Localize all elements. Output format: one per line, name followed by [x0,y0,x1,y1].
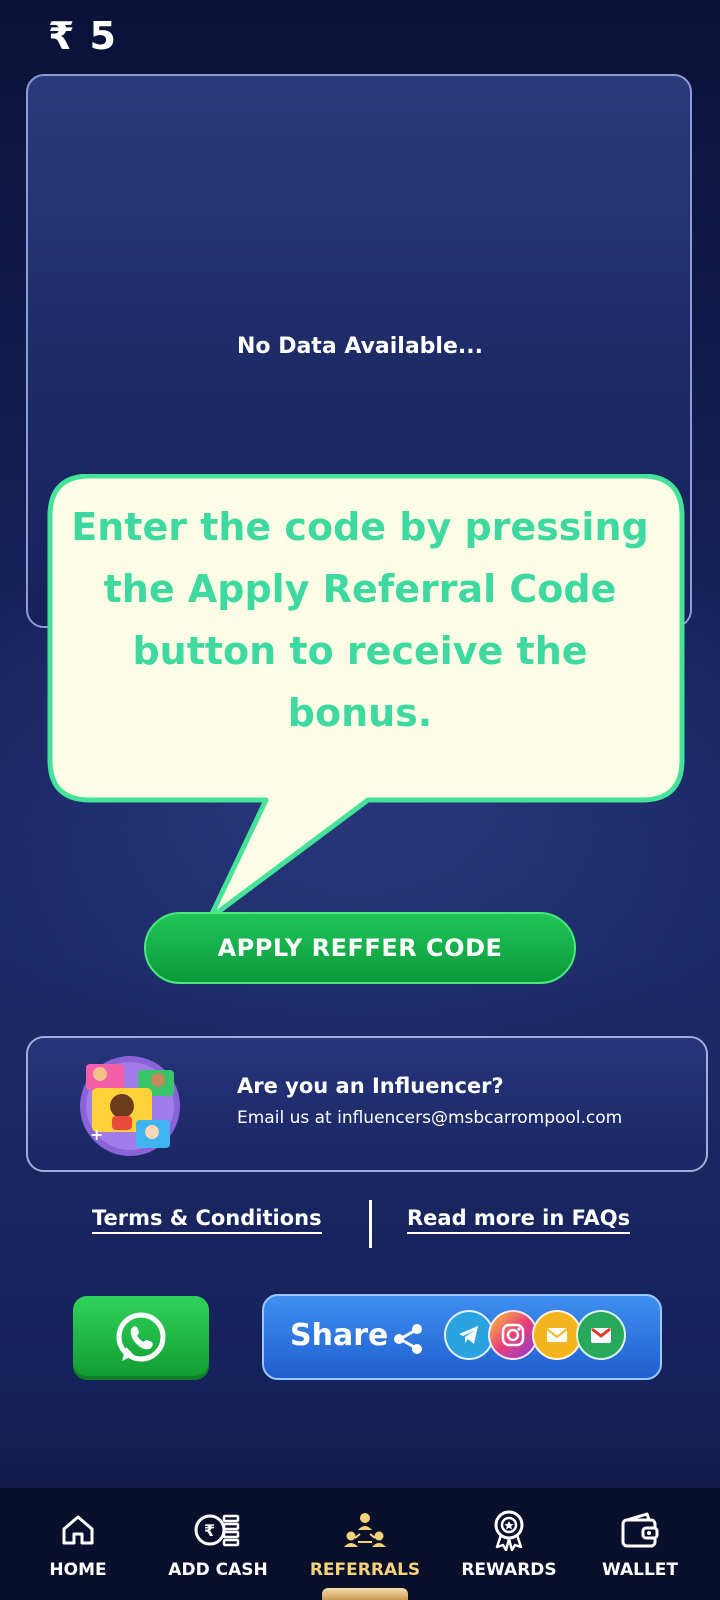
empty-state-text: No Data Available... [237,334,483,359]
wallet-icon [621,1512,659,1548]
rupee-icon: ₹ [48,14,76,58]
whatsapp-share-button[interactable] [73,1296,209,1380]
influencer-title: Are you an Influencer? [237,1074,504,1098]
terms-link[interactable]: Terms & Conditions [92,1206,322,1234]
nav-home[interactable]: HOME [8,1508,148,1594]
home-icon [62,1515,94,1545]
balance-amount: 5 [89,14,117,58]
wallet-balance: ₹ 5 [48,14,117,58]
share-icon [394,1324,422,1354]
nav-referrals-label: REFERRALS [309,1560,421,1580]
rewards-icon [494,1510,524,1551]
nav-rewards-label: REWARDS [461,1560,557,1580]
add-cash-icon: ₹ [194,1514,240,1547]
apply-referral-code-button[interactable]: APPLY REFFER CODE [144,912,576,984]
svg-text:₹: ₹ [204,1521,215,1540]
nav-add-cash[interactable]: ₹ ADD CASH [148,1508,288,1594]
nav-referrals[interactable]: REFERRALS [295,1508,435,1594]
nav-wallet-label: WALLET [601,1560,679,1580]
faqs-link[interactable]: Read more in FAQs [407,1206,631,1234]
whatsapp-icon [116,1312,166,1362]
share-label: Share [290,1318,389,1353]
instagram-icon[interactable] [488,1310,538,1360]
social-share-icons [444,1310,626,1360]
nav-add-cash-label: ADD CASH [168,1560,268,1580]
nav-home-label: HOME [49,1560,107,1580]
gmail-icon[interactable] [576,1310,626,1360]
svg-text:+: + [90,1125,103,1144]
telegram-icon[interactable] [444,1310,494,1360]
influencer-illustration-icon: + [80,1056,180,1156]
email-icon[interactable] [532,1310,582,1360]
links-divider [369,1200,372,1248]
tooltip-text: Enter the code by pressing the Apply Ref… [71,505,649,735]
nav-wallet[interactable]: WALLET [570,1508,710,1594]
influencer-email-text[interactable]: Email us at influencers@msbcarrompool.co… [237,1108,622,1128]
referrals-icon [344,1513,386,1547]
nav-active-indicator [322,1588,408,1600]
nav-rewards[interactable]: REWARDS [439,1508,579,1594]
